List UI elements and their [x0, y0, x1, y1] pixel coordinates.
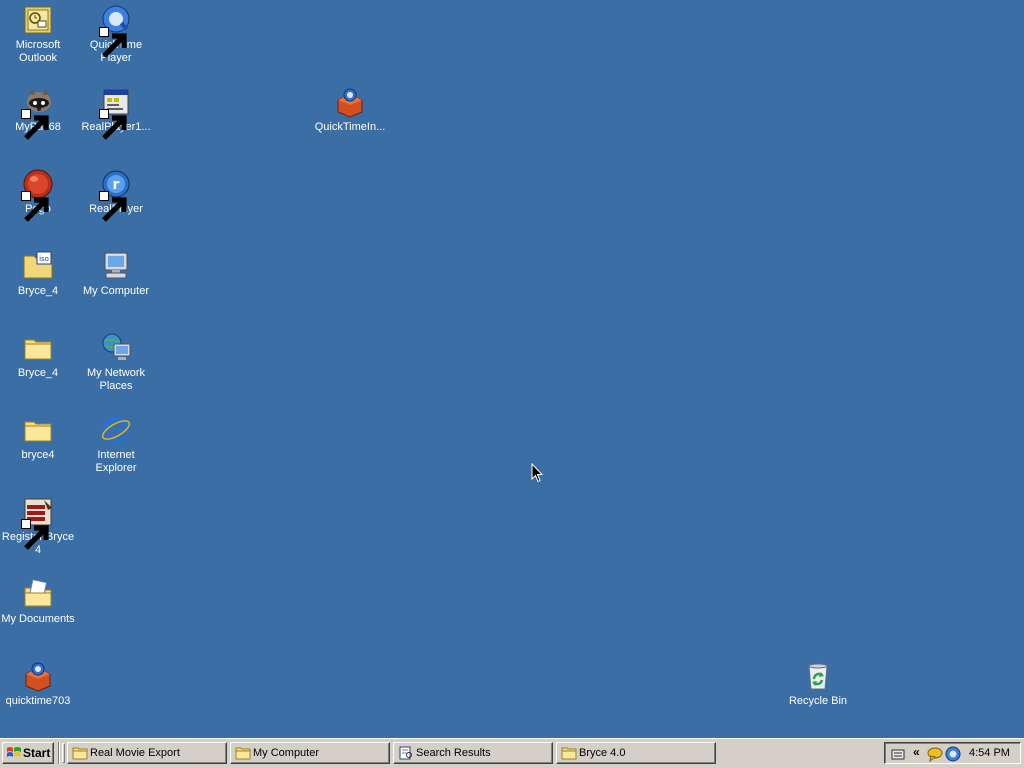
desktop-icon-bryce-4-iso[interactable]: iso Bryce_4 [0, 250, 76, 298]
folder-icon [561, 746, 577, 760]
desktop-icon-label: My Computer [82, 285, 150, 297]
desktop-icon-realplayer[interactable]: r RealPlayer [78, 168, 154, 222]
quicktime-installer-icon [334, 86, 366, 118]
desktop-icon-label: quicktime703 [5, 695, 71, 707]
desktop-icon-label: Microsoft Outlook [15, 39, 61, 64]
desktop-icon-pego[interactable]: Pego [0, 168, 76, 222]
shortcut-arrow-icon [99, 191, 127, 222]
desktop-icon-recycle-bin[interactable]: Recycle Bin [780, 660, 856, 708]
desktop-icon-internet-explorer[interactable]: Internet Explorer [78, 414, 154, 475]
outlook-icon [22, 4, 54, 36]
task-button-real-movie-export[interactable]: Real Movie Export [67, 742, 227, 764]
shortcut-arrow-icon [99, 27, 127, 58]
taskbar: Start Real Movie Export My Computer Sear… [0, 738, 1024, 768]
quicktime-icon[interactable] [945, 746, 961, 762]
svg-text:r: r [113, 177, 120, 193]
taskbar-separator [58, 742, 60, 764]
desktop-icon-register-bryce-4[interactable]: Register Bryce 4 [0, 496, 76, 557]
ie-icon [100, 414, 132, 446]
recycle-bin-icon [802, 660, 834, 692]
keyboard-icon[interactable] [890, 746, 906, 762]
task-button-my-computer[interactable]: My Computer [230, 742, 390, 764]
pego-icon [21, 168, 54, 222]
desktop-icon-quicktime-installer[interactable]: QuickTimeIn... [312, 86, 388, 134]
desktop-icon-bryce4-folder[interactable]: bryce4 [0, 414, 76, 462]
iso-file-icon: iso [22, 250, 54, 282]
taskbar-grip[interactable] [62, 743, 65, 763]
task-button-label: My Computer [253, 747, 320, 759]
desktop-icon-label: My Documents [1, 613, 75, 625]
desktop-icon-quicktime-player[interactable]: QuickTime Player [78, 4, 154, 65]
messenger-icon[interactable] [927, 746, 943, 762]
installer-icon [99, 86, 132, 140]
system-tray: « 4:54 PM [884, 742, 1021, 764]
desktop-icon-label: Bryce_4 [17, 285, 59, 297]
task-button-bryce-4[interactable]: Bryce 4.0 [556, 742, 716, 764]
desktop-icon-microsoft-outlook[interactable]: Microsoft Outlook [0, 4, 76, 65]
windows-logo-icon [7, 747, 21, 757]
tray-expand-chevron[interactable]: « [913, 745, 920, 759]
quicktime-icon [99, 4, 132, 58]
my-computer-icon [100, 250, 132, 282]
desktop-icon-my-network-places[interactable]: My Network Places [78, 332, 154, 393]
desktop-icon-label: Recycle Bin [788, 695, 848, 707]
shortcut-arrow-icon [21, 191, 49, 222]
desktop-icon-label: QuickTimeIn... [314, 121, 386, 133]
start-button[interactable]: Start [2, 742, 54, 764]
desktop-icon-label: Internet Explorer [95, 449, 137, 474]
realplayer-icon: r [99, 168, 132, 222]
shortcut-arrow-icon [21, 109, 49, 140]
mypal-raccoon-icon [21, 86, 54, 140]
clock[interactable]: 4:54 PM [969, 743, 1010, 763]
shortcut-arrow-icon [99, 109, 127, 140]
start-label: Start [23, 746, 51, 760]
task-button-search-results[interactable]: Search Results [393, 742, 553, 764]
svg-text:iso: iso [39, 255, 49, 263]
desktop-icon-realplayer1[interactable]: RealPlayer1... [78, 86, 154, 140]
mouse-cursor-icon [531, 463, 543, 483]
desktop-icon-my-computer[interactable]: My Computer [78, 250, 154, 298]
desktop[interactable]: Microsoft Outlook MyPal 68 Pego iso Bryc… [0, 0, 1024, 738]
quicktime-installer-icon [22, 660, 54, 692]
desktop-icon-mypal-68[interactable]: MyPal 68 [0, 86, 76, 140]
task-button-label: Bryce 4.0 [579, 747, 626, 759]
desktop-icon-label: My Network Places [86, 367, 146, 392]
task-button-label: Search Results [416, 747, 491, 759]
folder-icon [22, 332, 54, 364]
desktop-icon-label: bryce4 [21, 449, 55, 461]
folder-icon [22, 414, 54, 446]
folder-icon [235, 746, 251, 760]
desktop-icon-quicktime703[interactable]: quicktime703 [0, 660, 76, 708]
desktop-icon-my-documents[interactable]: My Documents [0, 578, 76, 626]
task-button-label: Real Movie Export [90, 747, 180, 759]
register-icon [21, 496, 54, 550]
shortcut-arrow-icon [21, 519, 49, 550]
search-results-icon [398, 746, 414, 760]
desktop-icon-label: Bryce_4 [17, 367, 59, 379]
my-documents-icon [22, 578, 54, 610]
network-icon [100, 332, 132, 364]
desktop-icon-bryce-4-folder[interactable]: Bryce_4 [0, 332, 76, 380]
folder-icon [72, 746, 88, 760]
